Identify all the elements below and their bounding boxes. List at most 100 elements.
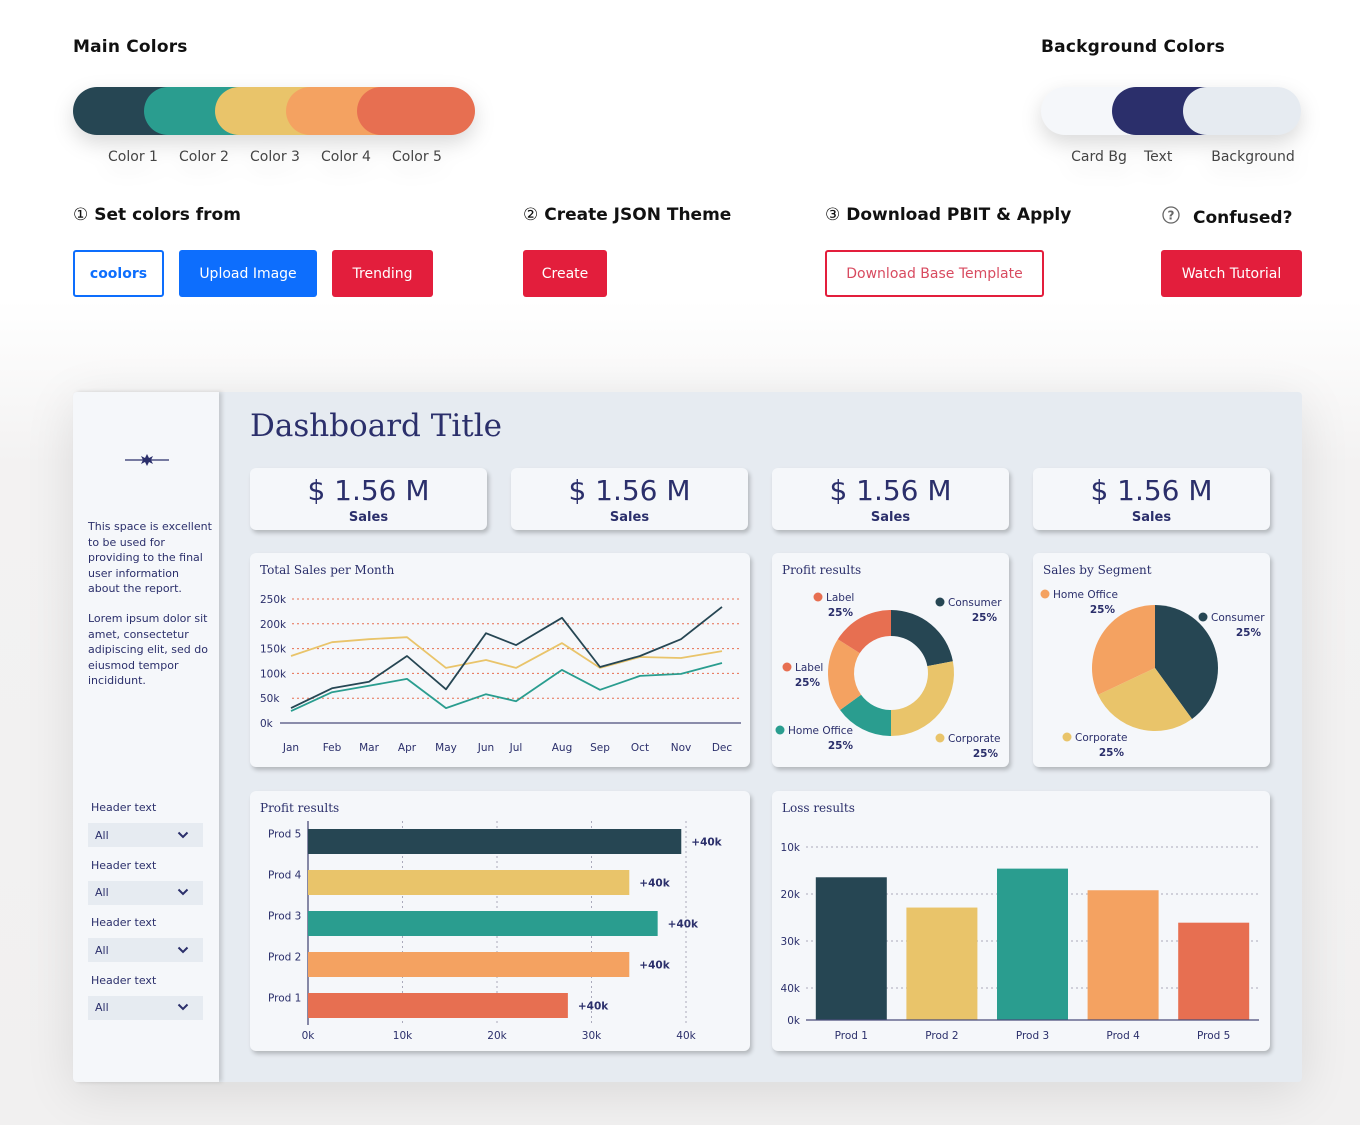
y-tick-label: Prod 2 bbox=[268, 952, 301, 964]
slice-percent: 25% bbox=[828, 740, 854, 752]
bar bbox=[1087, 890, 1159, 1020]
filter-dropdown-value: All bbox=[95, 1001, 109, 1014]
x-tick-label: Oct bbox=[631, 742, 649, 754]
kpi-label: Sales bbox=[609, 510, 650, 525]
svg-text:?: ? bbox=[1168, 209, 1175, 223]
step2-number: ② bbox=[523, 205, 539, 225]
line-series bbox=[290, 662, 723, 712]
kpi-value: $ 1.56 M bbox=[568, 474, 691, 507]
x-tick-label: 30k bbox=[582, 1030, 602, 1042]
dashboard-sidebar: This space is excellent to be used for p… bbox=[73, 392, 219, 1082]
create-button[interactable]: Create bbox=[523, 250, 607, 297]
y-tick-label: Prod 5 bbox=[268, 829, 301, 841]
donut-chart: Consumer 25% Corporate 25% Home Office 25% Lab… bbox=[775, 592, 1002, 760]
y-tick-label: 30k bbox=[781, 936, 801, 948]
x-tick-label: Prod 4 bbox=[1106, 1030, 1140, 1042]
x-tick-label: 20k bbox=[487, 1030, 507, 1042]
pie-slice bbox=[891, 661, 954, 736]
filter-header-label: Header text bbox=[91, 916, 157, 929]
bar-data-label: +40k bbox=[668, 919, 699, 931]
donut-chart-card: Profit results Consumer 25% Corporate 25% Ho… bbox=[772, 553, 1009, 767]
dashboard-preview: This space is excellent to be used for p… bbox=[73, 392, 1302, 1082]
chevron-down-icon bbox=[177, 829, 189, 842]
step3-number: ③ bbox=[825, 205, 841, 225]
kpi-label: Sales bbox=[870, 510, 911, 525]
slice-label: Home Office bbox=[1053, 589, 1118, 601]
background-swatch-label: Background bbox=[1211, 149, 1295, 165]
y-tick-label: 50k bbox=[260, 693, 280, 705]
x-tick-label: Nov bbox=[671, 742, 692, 754]
kpi-value: $ 1.56 M bbox=[307, 474, 430, 507]
y-tick-label: 40k bbox=[781, 983, 801, 995]
chevron-down-icon bbox=[177, 1001, 189, 1014]
legend-dot bbox=[1198, 612, 1208, 622]
step3-label: Download PBIT & Apply bbox=[846, 205, 1072, 225]
main-colors-title: Main Colors bbox=[73, 37, 188, 57]
filter-dropdown[interactable]: All bbox=[88, 823, 203, 847]
x-tick-label: Jul bbox=[509, 742, 523, 754]
bar bbox=[815, 877, 887, 1020]
legend-dot bbox=[935, 733, 945, 743]
slice-percent: 25% bbox=[795, 677, 821, 689]
y-tick-label: 0k bbox=[260, 718, 274, 730]
y-tick-label: 100k bbox=[260, 668, 287, 680]
trending-button[interactable]: Trending bbox=[332, 250, 433, 297]
background-color-palette: Card Bg Text Background bbox=[1041, 87, 1301, 165]
main-color-palette: Color 1 Color 2 Color 3 Color 4 Color 5 bbox=[73, 87, 475, 165]
legend-dot bbox=[1062, 732, 1072, 742]
filter-dropdown[interactable]: All bbox=[88, 880, 203, 905]
chevron-down-icon bbox=[177, 886, 189, 899]
color-swatch-5[interactable]: Color 5 bbox=[357, 87, 475, 165]
x-tick-label: Mar bbox=[359, 742, 379, 754]
question-circle-icon: ? bbox=[1161, 205, 1181, 230]
kpi-value: $ 1.56 M bbox=[1090, 474, 1213, 507]
download-base-template-button[interactable]: Download Base Template bbox=[825, 250, 1044, 297]
coolors-button[interactable]: coolors bbox=[73, 250, 164, 297]
pie-chart-card: Sales by Segment Consumer 25% Corporate 25%… bbox=[1033, 553, 1270, 767]
x-tick-label: Prod 2 bbox=[925, 1030, 958, 1042]
legend-dot bbox=[782, 662, 792, 672]
x-tick-label: Prod 3 bbox=[1016, 1030, 1049, 1042]
legend-dot bbox=[775, 725, 785, 735]
color-swatch-label: Color 2 bbox=[179, 149, 229, 165]
filter-header-label: Header text bbox=[91, 801, 157, 814]
line-chart-card: Total Sales per Month 0k 50k 100k 150k 200k 2… bbox=[250, 553, 750, 767]
legend-dot bbox=[935, 597, 945, 607]
slice-label: Corporate bbox=[1075, 732, 1128, 744]
x-tick-label: 0k bbox=[302, 1030, 316, 1042]
slice-percent: 25% bbox=[1236, 627, 1262, 639]
slice-label: Label bbox=[795, 662, 823, 674]
filter-header-label: Header text bbox=[91, 973, 157, 987]
bar-data-label: +40k bbox=[639, 878, 670, 890]
color-swatch-label: Color 5 bbox=[392, 149, 442, 165]
kpi-card: $ 1.56 M Sales bbox=[511, 468, 748, 530]
color-swatch-label: Color 1 bbox=[108, 149, 158, 165]
bar bbox=[1178, 922, 1250, 1020]
sidebar-lorem: Lorem ipsum dolor sit amet, consectetur … bbox=[88, 612, 208, 687]
y-tick-label: Prod 3 bbox=[268, 911, 301, 923]
hbar-chart: 0k 10k 20k 30k 40k Prod 5 +40k Prod 4 +40k Prod 3… bbox=[268, 821, 723, 1042]
x-tick-label: 40k bbox=[676, 1030, 696, 1042]
step1-title: ① Set colors from bbox=[73, 205, 241, 225]
slice-percent: 25% bbox=[972, 612, 998, 624]
background-colors-title: Background Colors bbox=[1041, 37, 1225, 57]
kpi-card: $ 1.56 M Sales bbox=[250, 468, 487, 530]
filter-dropdown[interactable]: All bbox=[88, 938, 203, 962]
y-tick-label: 10k bbox=[781, 842, 801, 854]
slice-percent: 25% bbox=[1099, 747, 1125, 759]
slice-label: Consumer bbox=[1211, 612, 1265, 624]
kpi-card: $ 1.56 M Sales bbox=[772, 468, 1009, 530]
watch-tutorial-button[interactable]: Watch Tutorial bbox=[1161, 250, 1302, 297]
y-tick-label: 20k bbox=[781, 889, 801, 901]
filter-dropdown[interactable]: All bbox=[88, 995, 203, 1020]
slice-percent: 25% bbox=[828, 607, 854, 619]
chevron-down-icon bbox=[177, 944, 189, 957]
pie-slice bbox=[891, 610, 953, 667]
pie-chart: Consumer 25% Corporate 25% Home Office 25% bbox=[1040, 589, 1265, 759]
bar-data-label: +40k bbox=[578, 1001, 609, 1013]
slice-label: Corporate bbox=[948, 733, 1001, 745]
x-tick-label: May bbox=[435, 742, 457, 754]
step2-title: ② Create JSON Theme bbox=[523, 205, 731, 225]
background-swatch-3[interactable]: Background bbox=[1183, 87, 1301, 165]
upload-image-button[interactable]: Upload Image bbox=[179, 250, 317, 297]
